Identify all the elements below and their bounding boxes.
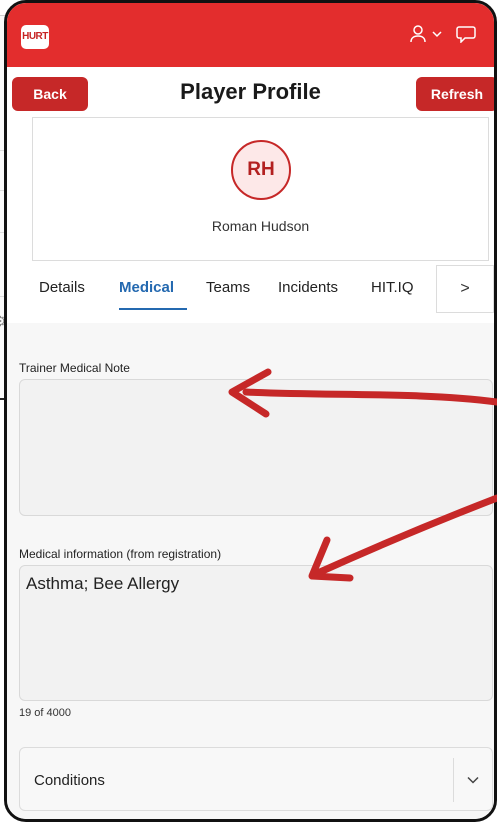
tab-teams[interactable]: Teams: [206, 279, 250, 296]
tab-bar: Details Medical Teams Incidents HIT.IQ >: [7, 259, 494, 323]
trainer-note-label: Trainer Medical Note: [19, 361, 130, 375]
phone-frame: HURT Back Player Profile Refresh RH Roma…: [4, 0, 497, 822]
tab-medical[interactable]: Medical: [119, 279, 174, 296]
character-counter: 19 of 4000: [19, 707, 71, 719]
conditions-label: Conditions: [34, 772, 105, 789]
trainer-note-field[interactable]: [19, 379, 493, 516]
tab-incidents[interactable]: Incidents: [278, 279, 338, 296]
tab-details[interactable]: Details: [39, 279, 85, 296]
chevron-down-icon[interactable]: [432, 30, 442, 38]
chat-icon[interactable]: [456, 25, 476, 43]
registration-info-value: Asthma; Bee Allergy: [26, 574, 180, 593]
app-logo[interactable]: HURT: [21, 25, 49, 49]
medical-panel: Trainer Medical Note Medical information…: [7, 323, 494, 819]
conditions-accordion[interactable]: Conditions: [19, 747, 493, 811]
tab-hit-iq[interactable]: HIT.IQ: [371, 279, 414, 296]
refresh-button[interactable]: Refresh: [416, 77, 494, 111]
tabs-next-button[interactable]: >: [436, 265, 494, 313]
app-bar: HURT: [7, 3, 494, 67]
app-bar-actions: [410, 25, 476, 43]
avatar: RH: [231, 140, 291, 200]
chevron-down-icon[interactable]: [453, 758, 492, 802]
registration-info-field[interactable]: Asthma; Bee Allergy: [19, 565, 493, 701]
user-icon[interactable]: [410, 25, 426, 43]
registration-info-label: Medical information (from registration): [19, 547, 222, 561]
active-tab-indicator: [119, 308, 187, 310]
profile-card: RH Roman Hudson: [32, 117, 489, 261]
title-bar: Back Player Profile Refresh: [7, 67, 494, 119]
player-name: Roman Hudson: [211, 218, 310, 234]
